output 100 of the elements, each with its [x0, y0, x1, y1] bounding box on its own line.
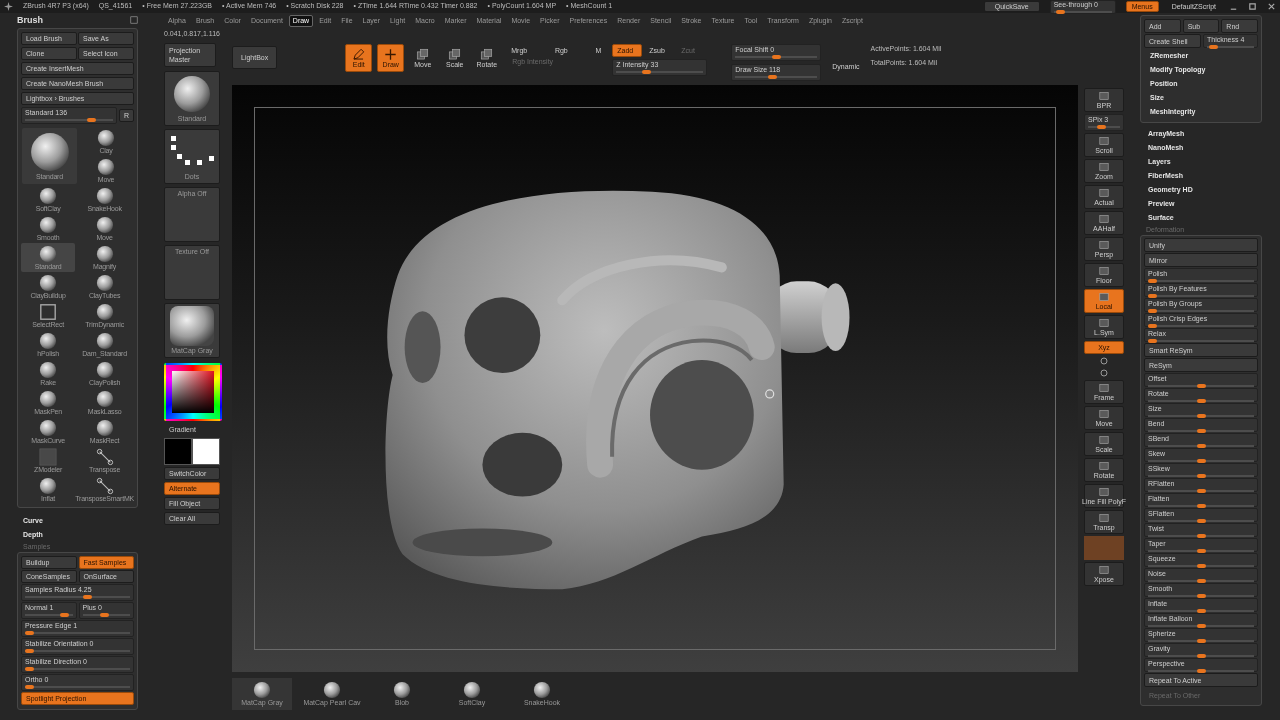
slider-thumb[interactable]: [25, 685, 34, 690]
slider-thumb[interactable]: [1196, 609, 1206, 613]
sphere-icon: [95, 186, 114, 205]
slider-thumb[interactable]: [25, 649, 34, 654]
sphere-icon: [95, 215, 114, 234]
slider-thumb[interactable]: [1196, 384, 1206, 388]
sphere-icon: [97, 128, 115, 147]
slider-thumb[interactable]: [25, 631, 34, 636]
square-icon: [1098, 291, 1110, 303]
sphere-icon: [97, 157, 115, 176]
app-icon: [4, 2, 13, 11]
sphere-icon: [95, 273, 114, 292]
maximize-icon[interactable]: [1248, 2, 1257, 11]
sphere-icon: [95, 418, 114, 437]
slider-thumb[interactable]: [1196, 564, 1206, 568]
sphere-icon: [39, 418, 58, 437]
square-icon: [1098, 512, 1110, 524]
color-swatch[interactable]: [192, 438, 220, 466]
color-block[interactable]: [1084, 536, 1124, 560]
sphere-icon: [39, 389, 58, 408]
slider-thumb[interactable]: [82, 595, 92, 600]
square-icon: [39, 447, 58, 466]
square-icon: [1098, 161, 1110, 173]
slider-thumb[interactable]: [642, 70, 651, 74]
square-icon: [1098, 135, 1110, 147]
slider-thumb[interactable]: [1196, 624, 1206, 628]
sphere-icon: [253, 681, 271, 699]
sphere-icon: [533, 681, 551, 699]
square-icon: [1098, 564, 1110, 576]
slider-thumb[interactable]: [771, 55, 781, 59]
square-icon: [1098, 408, 1110, 420]
square-icon: [130, 16, 138, 25]
slider-thumb[interactable]: [1148, 309, 1157, 313]
sphere-icon: [463, 681, 481, 699]
square-icon: [1098, 434, 1110, 446]
sphere-icon: [39, 273, 58, 292]
sphere-icon: [39, 331, 58, 350]
slider-thumb[interactable]: [1148, 294, 1157, 298]
slider-thumb[interactable]: [1196, 669, 1206, 673]
slider-thumb[interactable]: [1196, 549, 1206, 553]
slider-thumb[interactable]: [1196, 474, 1206, 478]
sphere-icon: [323, 681, 341, 699]
slider-thumb[interactable]: [1196, 444, 1206, 448]
stacked-squares-icon: [448, 47, 462, 61]
square-icon: [1098, 213, 1110, 225]
pencil-icon: [352, 47, 366, 61]
square-icon: [1098, 382, 1110, 394]
slider-thumb[interactable]: [1208, 45, 1218, 49]
slider-thumb[interactable]: [1196, 414, 1206, 418]
circle-icon[interactable]: [1099, 356, 1109, 366]
square-icon: [39, 302, 58, 321]
square-icon: [1098, 460, 1110, 472]
slider-thumb[interactable]: [1196, 594, 1206, 598]
slider-thumb[interactable]: [1196, 504, 1206, 508]
slider-thumb[interactable]: [86, 118, 96, 123]
square-icon: [1098, 486, 1110, 498]
slider-thumb[interactable]: [59, 613, 69, 618]
sphere-icon: [172, 74, 212, 115]
sphere-icon: [95, 331, 114, 350]
slider-thumb[interactable]: [1148, 279, 1157, 283]
slider-thumb[interactable]: [25, 667, 34, 672]
slider-thumb[interactable]: [1056, 9, 1066, 14]
slider-thumb[interactable]: [768, 75, 778, 79]
sphere-icon: [28, 131, 71, 174]
slider-thumb[interactable]: [1148, 324, 1157, 328]
color-swatch[interactable]: [164, 438, 192, 466]
handle-line-icon: [95, 476, 114, 495]
slider-thumb[interactable]: [1148, 339, 1157, 343]
slider-thumb[interactable]: [1196, 429, 1206, 433]
slider-thumb[interactable]: [1196, 459, 1206, 463]
slider-thumb[interactable]: [1196, 579, 1206, 583]
panel-title: Brush: [17, 15, 43, 26]
cursor-icon: [765, 389, 775, 399]
sphere-icon: [39, 476, 58, 495]
sphere-icon: [95, 302, 114, 321]
plus-icon: [384, 47, 398, 61]
square-icon: [1098, 187, 1110, 199]
slider-thumb[interactable]: [1196, 639, 1206, 643]
sphere-icon: [95, 360, 114, 379]
slider-thumb[interactable]: [1196, 654, 1206, 658]
sphere-icon: [39, 360, 58, 379]
sphere-icon: [39, 244, 58, 263]
stacked-squares-icon: [480, 47, 494, 61]
square-icon: [1098, 239, 1110, 251]
slider-thumb[interactable]: [1097, 125, 1107, 129]
color-picker[interactable]: [164, 363, 222, 422]
slider-thumb[interactable]: [99, 613, 109, 618]
slider-thumb[interactable]: [1196, 519, 1206, 523]
slider-thumb[interactable]: [1196, 489, 1206, 493]
slider-thumb[interactable]: [1196, 399, 1206, 403]
sphere-icon: [95, 244, 114, 263]
sphere-icon: [393, 681, 411, 699]
sphere-icon: [39, 186, 58, 205]
stacked-squares-icon: [416, 47, 430, 61]
slider-thumb[interactable]: [1196, 534, 1206, 538]
sphere-icon: [95, 389, 114, 408]
square-icon: [1098, 317, 1110, 329]
close-icon[interactable]: [1267, 2, 1276, 11]
circle-icon[interactable]: [1099, 368, 1109, 378]
handle-line-icon: [95, 447, 114, 466]
